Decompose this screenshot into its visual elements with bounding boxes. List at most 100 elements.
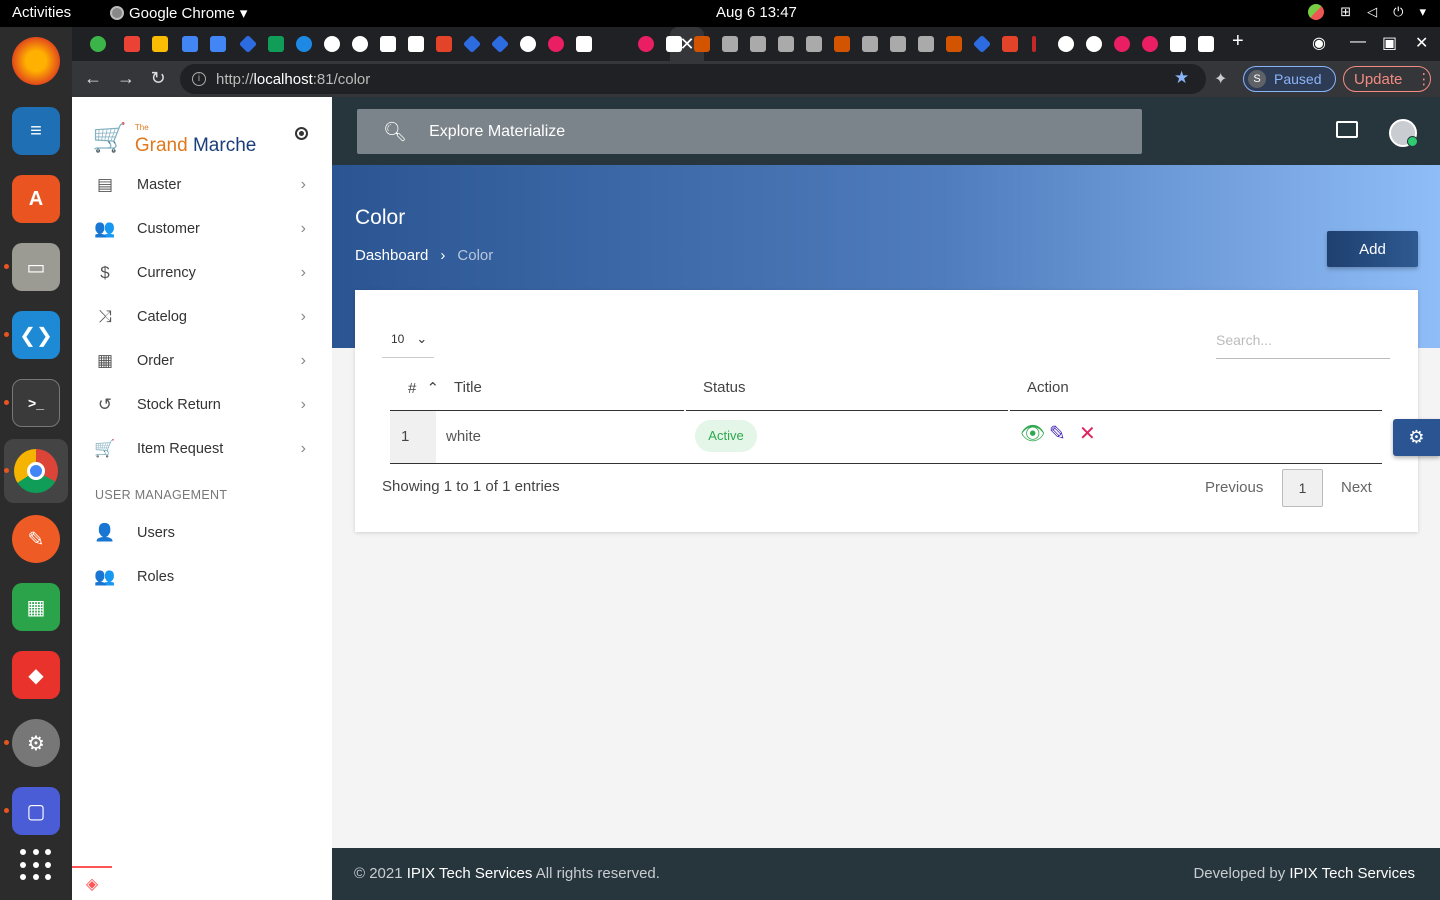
pagination-page-1[interactable]: 1 [1282,469,1323,507]
site-icon[interactable] [408,36,424,52]
site-icon[interactable] [946,36,962,52]
breadcrumb-dashboard[interactable]: Dashboard [355,247,428,264]
tab-search-icon[interactable]: ◉ [1312,33,1326,53]
pagination-next[interactable]: Next [1341,479,1372,496]
monday-icon[interactable] [1114,36,1130,52]
tab-favicon[interactable] [90,36,106,52]
software-center-icon[interactable]: A [12,175,60,223]
github-icon[interactable] [1086,36,1102,52]
site-icon[interactable] [1198,36,1214,52]
update-button[interactable]: Update ⋮ [1343,66,1431,92]
anydesk-icon[interactable]: ◆ [12,651,60,699]
site-icon[interactable] [862,36,878,52]
sidebar-item-stock-return[interactable]: ↺ Stock Return › [72,383,332,427]
site-icon[interactable] [806,36,822,52]
writer-icon[interactable]: ≡ [12,107,60,155]
screenshot-icon[interactable]: ▢ [12,787,60,835]
github-icon[interactable] [1058,36,1074,52]
site-icon[interactable] [722,36,738,52]
site-icon[interactable] [1032,36,1036,52]
sidebar-item-catelog[interactable]: ⤨ Catelog › [72,295,332,339]
bookmark-star-icon[interactable]: ★ [1174,68,1189,88]
sheets-icon[interactable] [268,36,284,52]
sidebar-collapse-toggle[interactable] [295,127,308,140]
brand-logo[interactable]: 🛒 The Grand Marche [92,119,256,156]
sidebar-item-master[interactable]: ▤ Master › [72,163,332,207]
column-header-action[interactable]: Action [1027,379,1069,396]
codepen-icon[interactable] [380,36,396,52]
calc-icon[interactable]: ▦ [12,583,60,631]
column-header-index[interactable]: # ⌃ [408,379,439,397]
minimize-icon[interactable]: — [1350,33,1366,51]
terminal-icon[interactable]: >_ [12,379,60,427]
site-icon[interactable] [890,36,906,52]
vscode-icon[interactable]: ❮❯ [12,311,60,359]
monday-icon[interactable] [548,36,564,52]
maximize-icon[interactable]: ▣ [1382,33,1397,53]
fullscreen-icon[interactable] [1336,121,1358,138]
delete-icon[interactable]: ✕ [1079,424,1096,444]
gitlab-icon[interactable] [1002,36,1018,52]
github-icon[interactable] [352,36,368,52]
jira-icon[interactable] [972,34,992,54]
address-bar[interactable]: i http://localhost:81/color [180,64,1206,94]
sidebar-item-order[interactable]: ▦ Order › [72,339,332,383]
sidebar-item-customer[interactable]: 👥 Customer › [72,207,332,251]
forward-icon[interactable]: → [115,68,137,89]
site-icon[interactable] [918,36,934,52]
site-icon[interactable] [778,36,794,52]
app-menu[interactable]: Google Chrome ▾ [110,4,247,22]
jira-icon[interactable] [462,34,482,54]
theme-settings-toggle[interactable]: ⚙ [1393,419,1440,456]
back-icon[interactable]: ← [82,68,104,89]
gmail-icon[interactable] [124,36,140,52]
add-button[interactable]: Add [1327,231,1418,267]
clock[interactable]: Aug 6 13:47 [716,4,797,21]
postman-icon[interactable]: ✎ [12,515,60,563]
site-icon[interactable] [666,36,682,52]
system-tray[interactable]: ⊞ ◁ ⏻ ▾ [1308,4,1426,20]
sidebar-item-currency[interactable]: $ Currency › [72,251,332,295]
footer-developer-link[interactable]: IPIX Tech Services [1289,865,1415,882]
site-icon[interactable] [694,36,710,52]
activities-button[interactable]: Activities [12,4,71,21]
docs-icon[interactable] [182,36,198,52]
close-window-icon[interactable]: ✕ [1415,33,1428,53]
jira-icon[interactable] [238,34,258,54]
files-icon[interactable]: ▭ [12,243,60,291]
site-icon[interactable] [750,36,766,52]
column-header-title[interactable]: Title [454,379,482,396]
chrome-dock-active[interactable] [4,439,68,503]
page-length-select[interactable]: 10 ⌄ [382,320,434,358]
monday-icon[interactable] [638,36,654,52]
github-icon[interactable] [520,36,536,52]
keep-icon[interactable] [152,36,168,52]
new-tab-button[interactable]: + [1232,30,1244,53]
gitlab-icon[interactable] [436,36,452,52]
profile-button[interactable]: S Paused [1243,66,1336,92]
site-icon[interactable] [576,36,592,52]
settings-icon[interactable]: ⚙ [12,719,60,767]
column-header-status[interactable]: Status [703,379,746,396]
monday-icon[interactable] [1142,36,1158,52]
edit-icon[interactable]: ✎ [1049,424,1066,444]
site-info-icon[interactable]: i [192,72,206,86]
table-search-input[interactable] [1216,322,1390,359]
view-icon[interactable]: 👁 [1020,424,1045,444]
show-apps-icon[interactable] [20,849,52,881]
extensions-icon[interactable]: ✦ [1214,69,1227,89]
github-icon[interactable] [324,36,340,52]
skype-icon[interactable] [296,36,312,52]
footer-company-link[interactable]: IPIX Tech Services [407,865,533,882]
jira-icon[interactable] [490,34,510,54]
sidebar-item-roles[interactable]: 👥 Roles [72,555,332,599]
laravel-debug-icon[interactable]: ◈ [72,866,112,900]
reload-icon[interactable]: ↻ [147,68,169,89]
sidebar-item-item-request[interactable]: 🛒 Item Request › [72,427,332,471]
firefox-icon[interactable] [12,37,60,85]
notion-icon[interactable] [1170,36,1186,52]
pagination-previous[interactable]: Previous [1205,479,1263,496]
user-avatar[interactable] [1389,119,1418,147]
sidebar-item-users[interactable]: 👤 Users [72,511,332,555]
site-icon[interactable] [834,36,850,52]
